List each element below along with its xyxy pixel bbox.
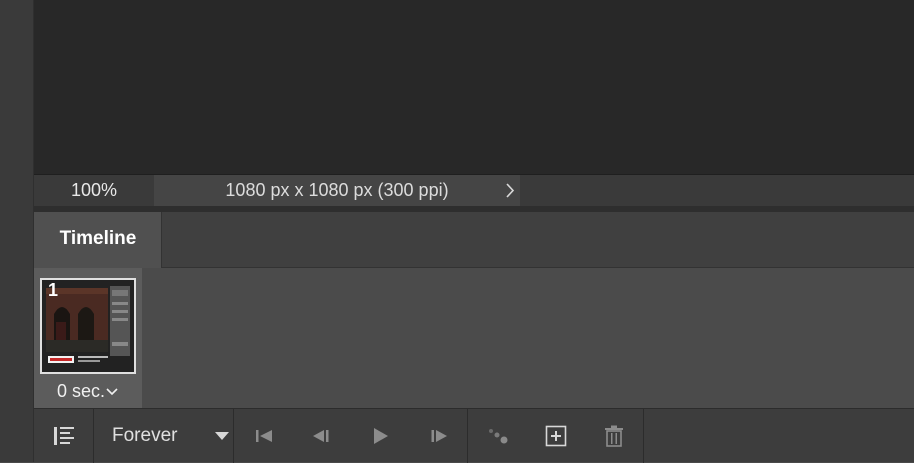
frame-delay-dropdown[interactable]: 0 sec. [34,378,142,404]
play-icon[interactable] [366,422,394,450]
first-frame-icon[interactable] [250,422,278,450]
previous-frame-icon[interactable] [306,422,334,450]
timeline-menu-icon[interactable] [50,422,78,450]
tab-label: Timeline [59,228,137,249]
frame-actions [468,409,644,463]
document-info: 1080 px x 1080 px (300 ppi) [154,175,520,206]
loop-options-select[interactable]: Forever [94,409,234,463]
trash-icon[interactable] [600,422,628,450]
playback-controls [234,409,468,463]
tween-icon[interactable] [484,422,512,450]
triangle-down-icon [208,422,236,450]
frame-delay-value: 0 sec. [56,381,106,401]
document-dimensions: 1080 px x 1080 px (300 ppi) [225,180,449,200]
panel-tab-bar: Timeline [34,212,914,268]
panel-menu-group [34,409,94,463]
next-frame-icon[interactable] [426,422,454,450]
status-bar: 100% 1080 px x 1080 px (300 ppi) [34,174,914,206]
frame-item[interactable]: 1 0 sec. [34,268,142,408]
zoom-level[interactable]: 100% [34,175,154,206]
chevron-down-icon [105,381,119,401]
chevron-right-icon[interactable] [500,175,520,206]
tab-timeline[interactable]: Timeline [34,212,162,268]
frame-number: 1 [48,280,59,300]
frames-area: 1 0 sec. [34,268,914,408]
loop-option-value: Forever [112,425,178,446]
document-canvas[interactable] [34,0,914,174]
left-panel-strip [0,0,34,462]
add-frame-icon[interactable] [542,422,570,450]
timeline-toolbar: Forever [34,408,914,463]
